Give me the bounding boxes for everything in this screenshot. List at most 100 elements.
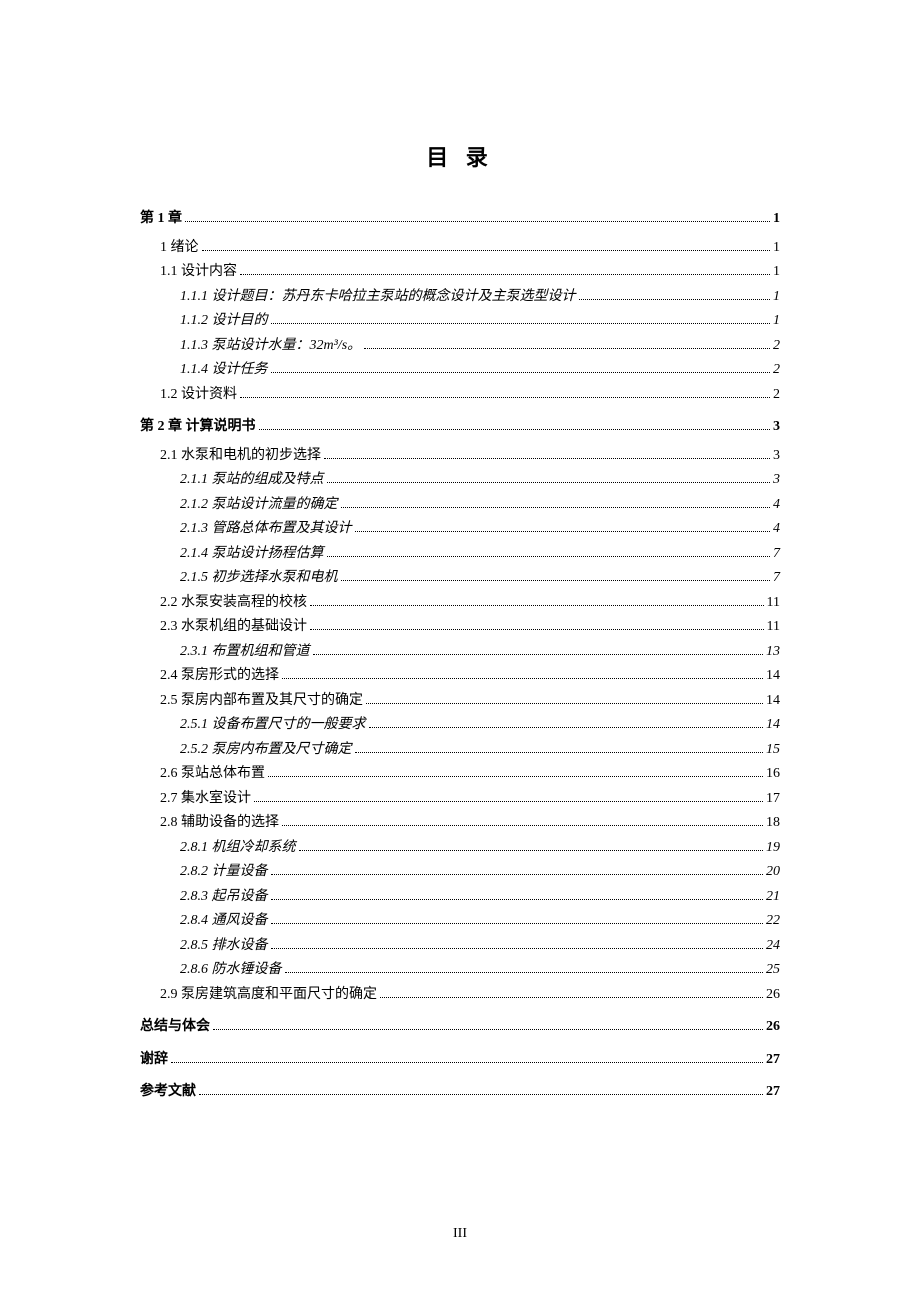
toc-entry: 2.6 泵站总体布置 16 <box>160 762 780 787</box>
toc-entry-text: 1.1.2 设计目的 <box>180 309 268 334</box>
toc-entry-text: 1.1.4 设计任务 <box>180 358 268 383</box>
toc-entry-text: 2.1.1 泵站的组成及特点 <box>180 468 324 493</box>
toc-entry-page: 17 <box>766 787 780 812</box>
toc-entry-page: 1 <box>773 207 780 232</box>
toc-entry: 2.8.4 通风设备22 <box>180 909 780 934</box>
toc-entry-text: 2.1.5 初步选择水泵和电机 <box>180 566 338 591</box>
toc-entry-page: 20 <box>766 860 780 885</box>
toc-leader-dots <box>271 372 771 373</box>
toc-leader-dots <box>271 874 764 875</box>
toc-entry-page: 4 <box>773 493 780 518</box>
toc-leader-dots <box>369 727 764 728</box>
toc-entry-page: 1 <box>773 236 780 261</box>
toc-entry: 2.5 泵房内部布置及其尺寸的确定14 <box>160 689 780 714</box>
toc-leader-dots <box>199 1094 763 1095</box>
toc-entry: 2.1 水泵和电机的初步选择 3 <box>160 444 780 469</box>
toc-entry-text: 2.5.1 设备布置尺寸的一般要求 <box>180 713 366 738</box>
toc-leader-dots <box>268 776 763 777</box>
toc-entry: 2.1.4 泵站设计扬程估算7 <box>180 542 780 567</box>
toc-entry-page: 7 <box>773 542 780 567</box>
toc-entry-page: 26 <box>766 1015 780 1040</box>
toc-entry: 谢辞27 <box>140 1048 780 1073</box>
toc-leader-dots <box>341 507 771 508</box>
toc-entry-text: 第 2 章 计算说明书 <box>140 415 256 440</box>
toc-leader-dots <box>185 221 770 222</box>
toc-leader-dots <box>380 997 763 998</box>
toc-entry-page: 18 <box>766 811 780 836</box>
toc-entry-text: 2.2 水泵安装高程的校核 <box>160 591 307 616</box>
toc-entry: 1.1.1 设计题目：苏丹东卡哈拉主泵站的概念设计及主泵选型设计1 <box>180 285 780 310</box>
toc-leader-dots <box>364 348 770 349</box>
toc-leader-dots <box>579 299 771 300</box>
toc-entry-text: 2.4 泵房形式的选择 <box>160 664 279 689</box>
toc-entry: 2.8.3 起吊设备21 <box>180 885 780 910</box>
toc-entry-page: 7 <box>773 566 780 591</box>
toc-entry: 2.4 泵房形式的选择 14 <box>160 664 780 689</box>
toc-entry-text: 2.1 水泵和电机的初步选择 <box>160 444 321 469</box>
toc-entry: 1 绪论 1 <box>160 236 780 261</box>
toc-entry: 2.8 辅助设备的选择18 <box>160 811 780 836</box>
toc-leader-dots <box>366 703 763 704</box>
toc-entry: 第 2 章 计算说明书 3 <box>140 415 780 440</box>
toc-entry: 参考文献27 <box>140 1080 780 1105</box>
toc-entry-page: 1 <box>773 260 780 285</box>
toc-entry-text: 2.6 泵站总体布置 <box>160 762 265 787</box>
toc-entry-page: 27 <box>766 1080 780 1105</box>
toc-entry: 2.3.1 布置机组和管道 13 <box>180 640 780 665</box>
toc-leader-dots <box>271 899 764 900</box>
toc-entry-text: 总结与体会 <box>140 1015 210 1040</box>
toc-entry-text: 2.3.1 布置机组和管道 <box>180 640 310 665</box>
toc-entry: 第 1 章 1 <box>140 207 780 232</box>
toc-entry-page: 4 <box>773 517 780 542</box>
toc-entry-page: 19 <box>766 836 780 861</box>
toc-entry: 2.7 集水室设计 17 <box>160 787 780 812</box>
toc-entry: 2.8.1 机组冷却系统 19 <box>180 836 780 861</box>
toc-entry-text: 第 1 章 <box>140 207 182 232</box>
toc-leader-dots <box>282 678 763 679</box>
toc-entry-page: 26 <box>766 983 780 1008</box>
toc-leader-dots <box>299 850 764 851</box>
toc-entry-text: 1 绪论 <box>160 236 199 261</box>
toc-entry-page: 11 <box>767 615 780 640</box>
toc-entry-text: 2.8.1 机组冷却系统 <box>180 836 296 861</box>
page-title: 目 录 <box>140 140 780 172</box>
toc-entry-page: 22 <box>766 909 780 934</box>
toc-entry: 2.1.5 初步选择水泵和电机 7 <box>180 566 780 591</box>
toc-entry: 2.9 泵房建筑高度和平面尺寸的确定26 <box>160 983 780 1008</box>
toc-entry-text: 2.8.2 计量设备 <box>180 860 268 885</box>
toc-entry: 1.1.3 泵站设计水量：32m³/s。2 <box>180 334 780 359</box>
toc-entry-text: 2.8.5 排水设备 <box>180 934 268 959</box>
toc-entry-text: 1.1.3 泵站设计水量：32m³/s。 <box>180 334 361 359</box>
toc-entry: 1.1.2 设计目的 1 <box>180 309 780 334</box>
toc-entry-text: 2.7 集水室设计 <box>160 787 251 812</box>
toc-leader-dots <box>313 654 764 655</box>
toc-entry-page: 3 <box>773 444 780 469</box>
toc-entry: 1.1.4 设计任务 2 <box>180 358 780 383</box>
toc-leader-dots <box>213 1029 763 1030</box>
toc-entry-page: 2 <box>773 358 780 383</box>
toc-entry-page: 13 <box>766 640 780 665</box>
toc-leader-dots <box>240 274 770 275</box>
toc-leader-dots <box>282 825 763 826</box>
toc-entry: 2.8.2 计量设备 20 <box>180 860 780 885</box>
toc-entry-page: 3 <box>773 468 780 493</box>
toc-entry-page: 14 <box>766 664 780 689</box>
toc-entry-page: 1 <box>773 309 780 334</box>
toc-entry-text: 2.5.2 泵房内布置及尺寸确定 <box>180 738 352 763</box>
toc-entry-page: 2 <box>773 383 780 408</box>
toc-entry: 1.1 设计内容 1 <box>160 260 780 285</box>
toc-entry-page: 27 <box>766 1048 780 1073</box>
toc-entry-text: 1.2 设计资料 <box>160 383 237 408</box>
toc-leader-dots <box>202 250 771 251</box>
toc-entry-text: 2.8.3 起吊设备 <box>180 885 268 910</box>
toc-leader-dots <box>355 531 771 532</box>
toc-entry-page: 16 <box>766 762 780 787</box>
toc-entry: 2.1.2 泵站设计流量的确定4 <box>180 493 780 518</box>
toc-entry-page: 3 <box>773 415 780 440</box>
toc-leader-dots <box>310 605 764 606</box>
toc-entry-text: 1.1 设计内容 <box>160 260 237 285</box>
toc-leader-dots <box>271 948 764 949</box>
toc-leader-dots <box>355 752 764 753</box>
toc-entry-page: 1 <box>773 285 780 310</box>
toc-entry: 总结与体会 26 <box>140 1015 780 1040</box>
